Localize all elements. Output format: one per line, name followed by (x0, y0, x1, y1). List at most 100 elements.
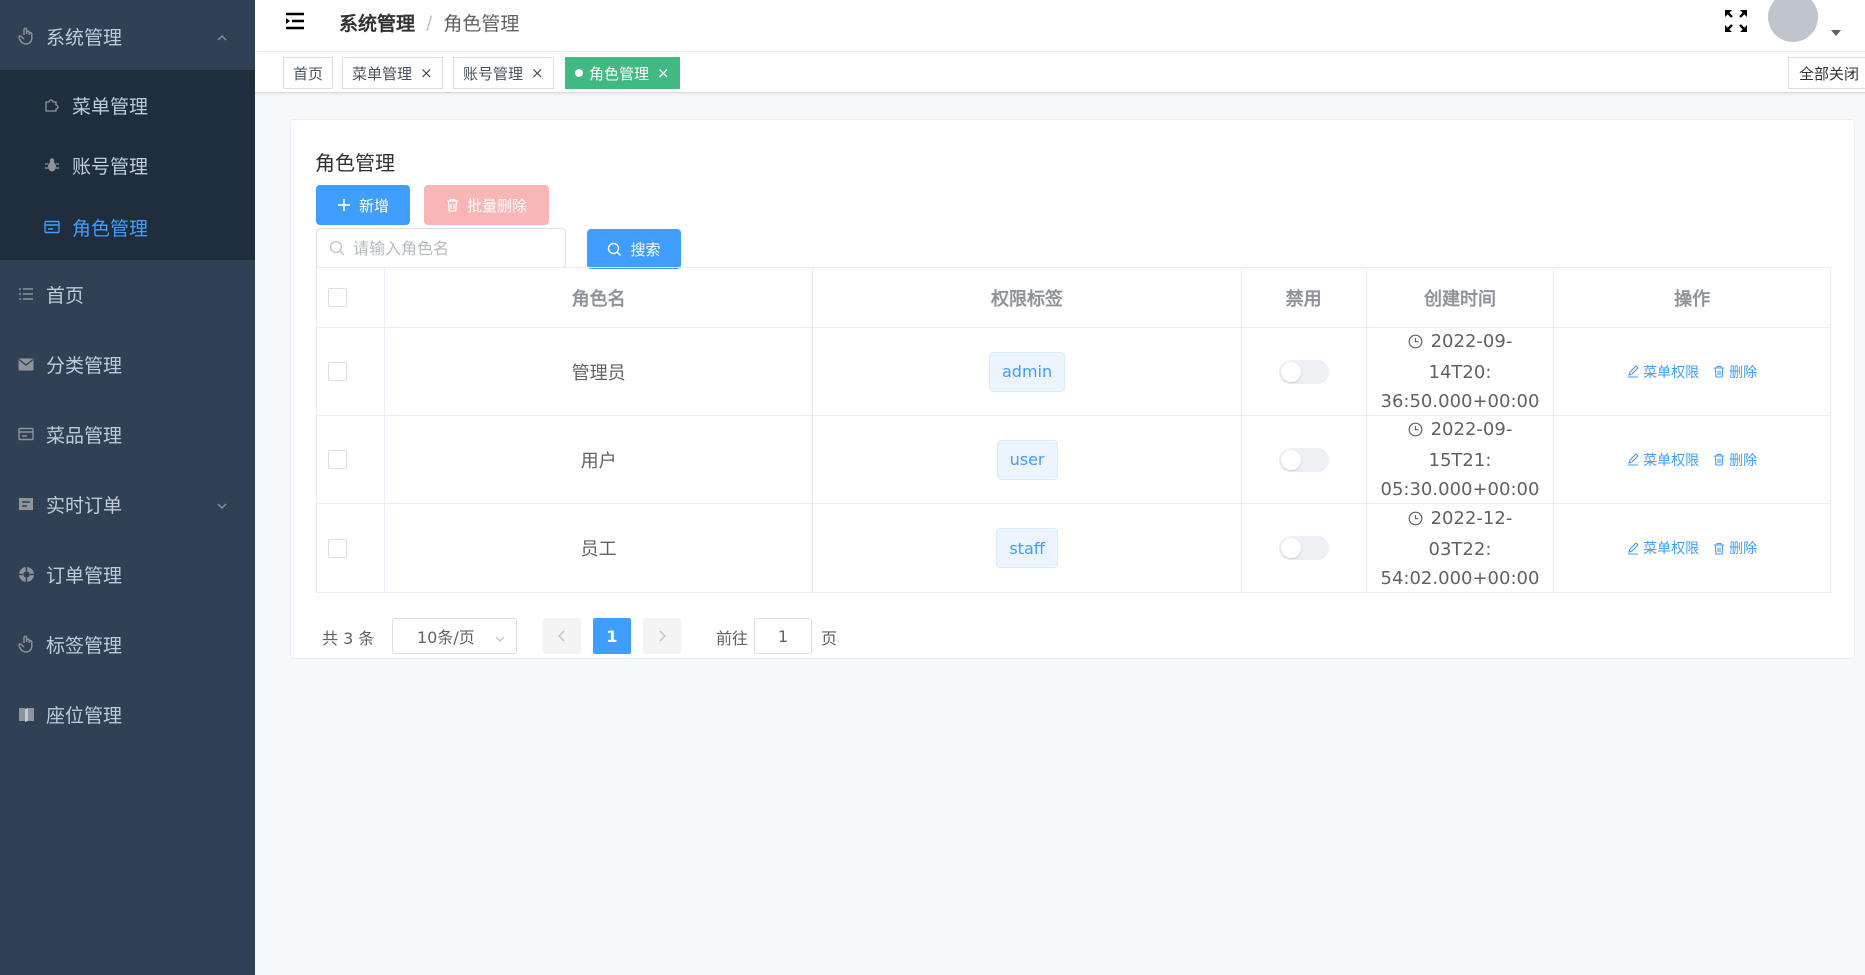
sidebar-item-dish[interactable]: 菜品管理 (0, 404, 255, 464)
header-select-cell (317, 268, 385, 327)
permission-tag: staff (996, 528, 1058, 568)
close-icon[interactable]: × (531, 64, 544, 82)
column-header[interactable]: 角色名 (385, 268, 814, 327)
sidebar-item-order[interactable]: 订单管理 (0, 544, 255, 604)
avatar[interactable] (1768, 0, 1818, 42)
batch-delete-button[interactable]: 批量删除 (424, 185, 549, 225)
puzzle-icon (42, 95, 62, 115)
select-cell (317, 328, 385, 415)
sidebar-item-label: 分类管理 (46, 354, 123, 377)
tag-label: 菜单管理 (352, 64, 413, 83)
delete-link[interactable]: 删除 (1713, 450, 1757, 470)
delete-link[interactable]: 删除 (1713, 362, 1757, 382)
chevron-right-icon (659, 630, 666, 642)
switch-knob (1280, 361, 1301, 382)
row-checkbox[interactable] (328, 450, 347, 469)
role-table: 角色名 权限标签 禁用 创建时间 操作 管理员 admin 2022-09-14… (316, 267, 1831, 593)
clock-icon (1408, 329, 1423, 358)
page-suffix: 页 (821, 629, 838, 648)
tag-role[interactable]: 角色管理 × (565, 57, 680, 89)
row-checkbox[interactable] (328, 538, 347, 558)
search-button[interactable]: 搜索 (587, 229, 681, 269)
menu-permission-link[interactable]: 菜单权限 (1627, 538, 1699, 558)
add-button[interactable]: 新增 (316, 185, 410, 225)
close-icon[interactable]: × (657, 64, 670, 82)
tag-account[interactable]: 账号管理 × (453, 57, 554, 89)
goto-page-input[interactable]: 1 (754, 618, 812, 654)
disable-cell (1242, 416, 1367, 503)
book-icon (16, 704, 36, 724)
sidebar-item-realtime-order[interactable]: 实时订单 (0, 474, 255, 534)
card-icon (16, 424, 36, 444)
breadcrumb-separator: / (426, 11, 433, 34)
hand-icon (16, 26, 36, 46)
mail-icon (16, 354, 36, 374)
sidebar-item-label: 菜品管理 (46, 424, 123, 447)
sidebar-item-label: 订单管理 (46, 564, 123, 587)
prev-page-button[interactable] (543, 618, 581, 654)
breadcrumb-item-system[interactable]: 系统管理 (339, 9, 415, 36)
page-number-button[interactable]: 1 (593, 618, 631, 654)
sidebar-item-category[interactable]: 分类管理 (0, 334, 255, 394)
sidebar-item-label: 首页 (46, 284, 85, 307)
created-time: 2022-09-14T20: 36:50.000+00:00 (1367, 327, 1554, 416)
sidebar-item-tag[interactable]: 标签管理 (0, 614, 255, 674)
row-checkbox[interactable] (328, 362, 347, 381)
sidebar-item-seat[interactable]: 座位管理 (0, 684, 255, 744)
column-header[interactable]: 操作 (1554, 268, 1830, 327)
permission-cell: user (813, 416, 1242, 503)
created-time-line1: 2022-09-15T21: (1428, 419, 1513, 471)
column-header[interactable]: 权限标签 (813, 268, 1242, 327)
operations-cell: 菜单权限 删除 (1554, 504, 1830, 592)
page-size-select[interactable]: 10条/页 (392, 618, 517, 654)
search-input[interactable] (353, 229, 553, 267)
chevron-down-icon (215, 496, 229, 510)
created-time: 2022-09-15T21: 05:30.000+00:00 (1367, 415, 1554, 504)
sidebar-item-label: 系统管理 (46, 26, 123, 49)
created-time-line2: 05:30.000+00:00 (1380, 479, 1540, 500)
sidebar-item-label: 账号管理 (72, 155, 149, 178)
close-icon[interactable]: × (420, 64, 433, 82)
role-name-cell: 员工 (385, 504, 814, 592)
fullscreen-icon[interactable] (1723, 8, 1749, 34)
card-icon (42, 217, 62, 237)
breadcrumb-item-role: 角色管理 (443, 13, 520, 35)
disable-cell (1242, 504, 1367, 592)
sidebar-item-home[interactable]: 首页 (0, 264, 255, 324)
tags-view: 首页 菜单管理 × 账号管理 × 角色管理 × 全部关闭 (255, 52, 1865, 93)
breadcrumb: 系统管理 / 角色管理 (339, 9, 519, 36)
column-header[interactable]: 禁用 (1242, 268, 1367, 327)
menu-permission-label: 菜单权限 (1643, 452, 1700, 469)
tag-home[interactable]: 首页 (283, 57, 334, 89)
select-cell (317, 504, 385, 592)
disable-switch[interactable] (1278, 447, 1329, 472)
delete-link[interactable]: 删除 (1713, 538, 1757, 558)
sidebar-item-account[interactable]: 账号管理 (0, 135, 255, 195)
column-header[interactable]: 创建时间 (1367, 268, 1555, 327)
created-time-cell: 2022-09-15T21: 05:30.000+00:00 (1367, 416, 1555, 503)
hamburger-icon[interactable] (285, 12, 305, 30)
menu-permission-link[interactable]: 菜单权限 (1627, 362, 1699, 382)
disable-switch[interactable] (1278, 359, 1329, 384)
table-row: 用户 user 2022-09-15T21: 05:30.000+00:00 菜单… (317, 416, 1830, 504)
sidebar-item-label: 座位管理 (46, 704, 123, 727)
next-page-button[interactable] (643, 618, 681, 654)
close-all-button[interactable]: 全部关闭 (1788, 57, 1865, 89)
tag-label: 角色管理 (589, 64, 650, 83)
search-button-label: 搜索 (630, 240, 661, 259)
hand-icon (16, 634, 36, 654)
sidebar: 系统管理 菜单管理 账号管理 角色管理 首页 分类管理 菜品管理 实时订单 订单… (0, 0, 255, 975)
plus-icon (337, 198, 351, 212)
tag-menu[interactable]: 菜单管理 × (342, 57, 443, 89)
sidebar-item-role[interactable]: 角色管理 (0, 197, 255, 257)
menu-permission-link[interactable]: 菜单权限 (1627, 450, 1699, 470)
select-all-checkbox[interactable] (328, 288, 347, 307)
help-icon (16, 564, 36, 584)
disable-switch[interactable] (1278, 536, 1329, 560)
sidebar-item-label: 实时订单 (46, 494, 123, 517)
sidebar-item-menu[interactable]: 菜单管理 (0, 75, 255, 135)
caret-down-icon[interactable] (1831, 30, 1841, 36)
add-button-label: 新增 (358, 196, 389, 215)
permission-tag: admin (988, 351, 1066, 392)
sidebar-item-system[interactable]: 系统管理 (0, 6, 255, 66)
